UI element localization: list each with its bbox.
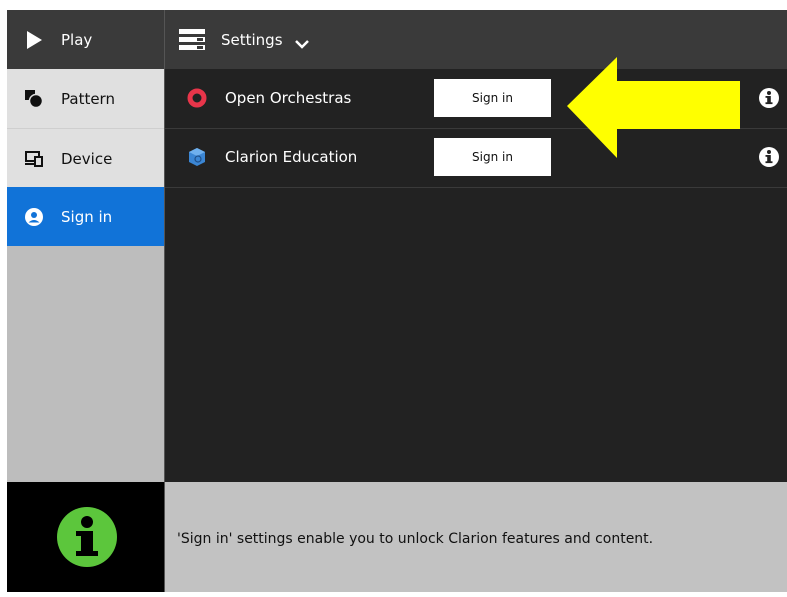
sidebar-item-label: Pattern	[61, 89, 115, 108]
sidebar-item-pattern[interactable]: Pattern	[7, 69, 164, 128]
user-circle-icon	[23, 206, 45, 228]
device-icon	[23, 148, 45, 170]
play-icon	[23, 29, 45, 51]
provider-name: Open Orchestras	[225, 89, 352, 107]
sidebar-item-device[interactable]: Device	[7, 128, 164, 188]
pattern-icon	[23, 88, 45, 110]
sidebar-item-label: Device	[61, 149, 113, 168]
sign-in-button[interactable]: Sign in	[434, 138, 551, 176]
sidebar: Play Pattern Device Sign in	[7, 10, 164, 482]
clarion-education-logo-icon	[187, 147, 207, 167]
open-orchestras-logo-icon	[187, 88, 207, 108]
info-icon[interactable]	[759, 147, 779, 167]
sidebar-item-label: Sign in	[61, 207, 113, 226]
page-title: Settings	[221, 30, 283, 49]
footer-icon-panel	[7, 482, 164, 592]
sidebar-item-label: Play	[61, 30, 93, 49]
sign-in-button[interactable]: Sign in	[434, 79, 551, 117]
help-message-panel: 'Sign in' settings enable you to unlock …	[164, 482, 787, 592]
app-frame: Play Pattern Device Sign in Settings Ope…	[7, 10, 787, 592]
chevron-down-icon[interactable]	[294, 35, 309, 49]
settings-list-icon	[179, 28, 205, 51]
info-icon[interactable]	[759, 88, 779, 108]
sidebar-item-play[interactable]: Play	[7, 10, 164, 69]
arrow-left-icon	[567, 57, 740, 158]
provider-name: Clarion Education	[225, 148, 358, 166]
sidebar-item-sign-in[interactable]: Sign in	[7, 187, 164, 246]
help-message: 'Sign in' settings enable you to unlock …	[177, 531, 654, 547]
info-icon	[57, 507, 117, 567]
